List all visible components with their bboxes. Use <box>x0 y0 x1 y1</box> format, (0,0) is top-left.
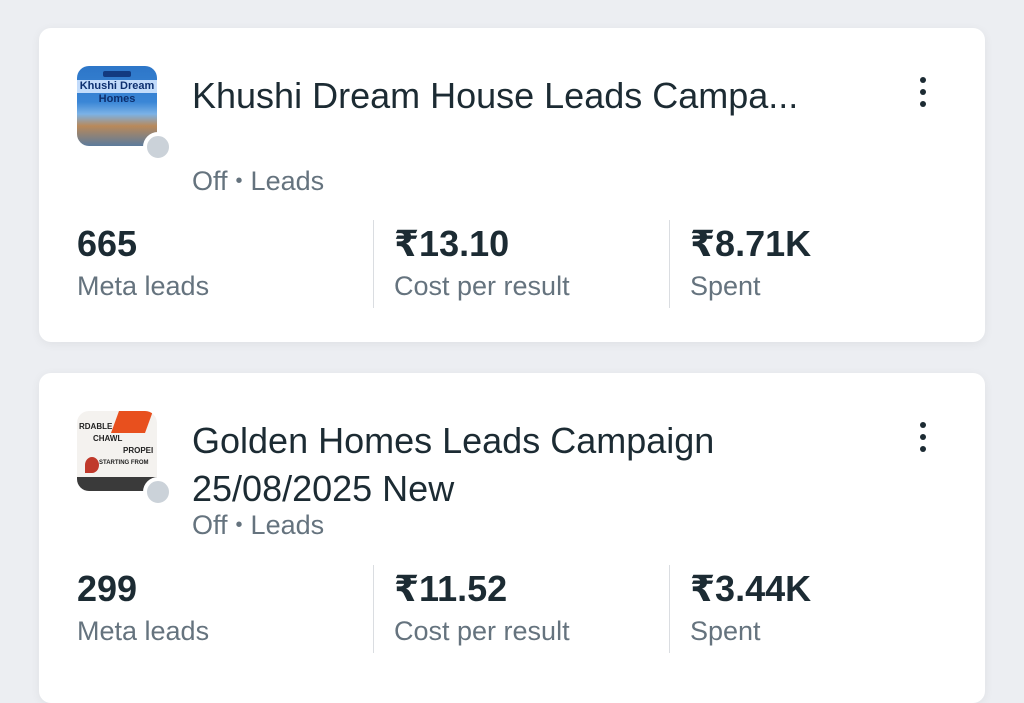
campaign-objective: Leads <box>250 166 325 196</box>
campaign-thumbnail: RDABLE CHAWL PROPEI STARTING FROM <box>77 411 157 491</box>
metric-label: Meta leads <box>77 616 210 646</box>
metric-value: ₹13.10 <box>394 223 510 264</box>
location-pin-icon <box>85 457 99 473</box>
separator: • <box>235 170 243 192</box>
metric-cost-per-result: ₹11.52 Cost per result <box>373 565 669 653</box>
metric-value: 665 <box>77 223 138 264</box>
metric-meta-leads: 665 Meta leads <box>77 220 373 308</box>
metric-spent: ₹8.71K Spent <box>669 220 965 308</box>
metrics-row: 299 Meta leads ₹11.52 Cost per result ₹3… <box>77 565 985 653</box>
campaign-title[interactable]: Khushi Dream House Leads Campa... <box>192 72 882 120</box>
campaign-status: Off <box>192 166 228 196</box>
campaign-subline: Off • Leads <box>192 166 324 197</box>
metric-meta-leads: 299 Meta leads <box>77 565 373 653</box>
campaign-card[interactable]: Khushi Dream Homes Khushi Dream House Le… <box>39 28 985 342</box>
metric-label: Spent <box>690 616 761 646</box>
metric-value: 299 <box>77 568 138 609</box>
metric-spent: ₹3.44K Spent <box>669 565 965 653</box>
thumbnail-text-line: Homes <box>98 93 136 105</box>
metric-label: Meta leads <box>77 271 210 301</box>
thumbnail-text: Khushi Dream Homes <box>77 80 157 112</box>
metrics-row: 665 Meta leads ₹13.10 Cost per result ₹8… <box>77 220 985 308</box>
metric-label: Spent <box>690 271 761 301</box>
campaign-title[interactable]: Golden Homes Leads Campaign 25/08/2025 N… <box>192 417 812 513</box>
metric-cost-per-result: ₹13.10 Cost per result <box>373 220 669 308</box>
metric-label: Cost per result <box>394 616 570 646</box>
campaign-objective: Leads <box>250 510 325 540</box>
thumbnail-text-line: RDABLE <box>79 422 113 431</box>
campaign-subline: Off • Leads <box>192 510 324 541</box>
thumbnail-text-line: CHAWL <box>93 434 123 443</box>
metric-value: ₹11.52 <box>394 568 508 609</box>
metric-label: Cost per result <box>394 271 570 301</box>
more-vertical-icon[interactable] <box>911 72 935 112</box>
metric-value: ₹8.71K <box>690 223 812 264</box>
campaign-card[interactable]: RDABLE CHAWL PROPEI STARTING FROM Golden… <box>39 373 985 703</box>
thumbnail-text-line: PROPEI <box>123 446 154 455</box>
campaign-status: Off <box>192 510 228 540</box>
metric-value: ₹3.44K <box>690 568 812 609</box>
separator: • <box>235 514 243 536</box>
thumbnail-text-line: Khushi Dream <box>77 80 157 93</box>
thumbnail-tag <box>103 71 131 77</box>
more-vertical-icon[interactable] <box>911 417 935 457</box>
status-dot-icon <box>143 132 173 162</box>
status-dot-icon <box>143 477 173 507</box>
campaign-thumbnail: Khushi Dream Homes <box>77 66 157 146</box>
